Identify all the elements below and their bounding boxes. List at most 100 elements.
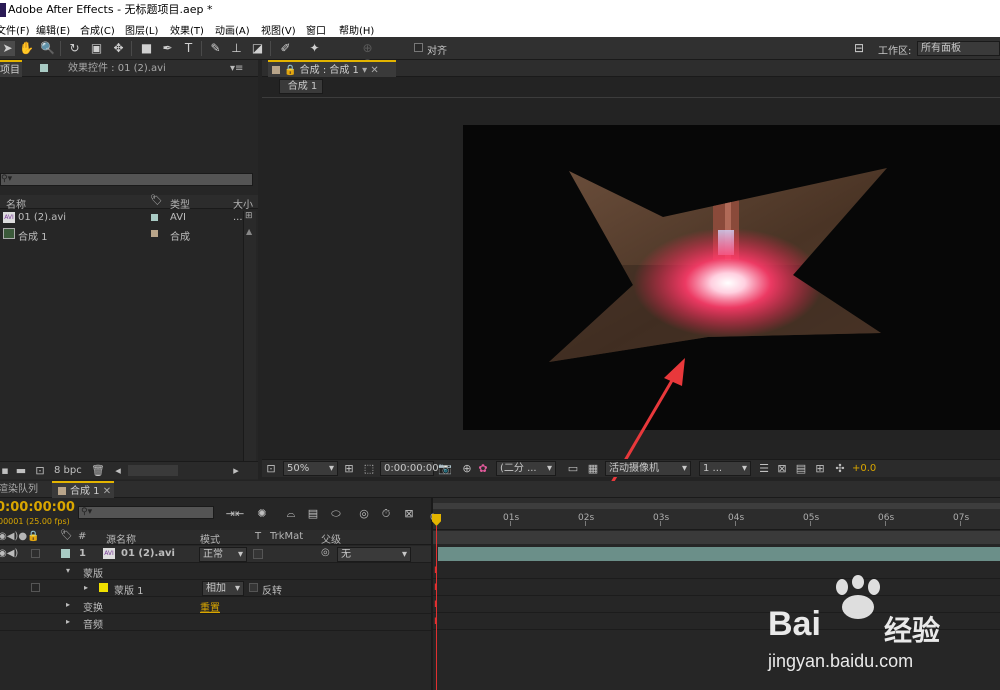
column-name[interactable]: 名称 [6, 196, 26, 211]
menu-animation[interactable]: 动画(A) [215, 22, 250, 37]
parent-select[interactable]: 无 ▾ [337, 547, 411, 562]
hide-shy-layers-icon[interactable]: ▤ [306, 507, 320, 520]
workspace-select[interactable]: 所有面板 [917, 41, 1000, 56]
work-area-bar[interactable] [433, 503, 1000, 509]
expand-chevron-down-icon[interactable]: ▾ [66, 566, 70, 575]
timeline-icon[interactable]: ▤ [794, 462, 808, 475]
clone-stamp-tool-icon[interactable]: ⊥ [229, 41, 244, 56]
reset-link[interactable]: 重置 [200, 599, 220, 614]
align-checkbox[interactable] [414, 43, 423, 52]
flowchart-icon[interactable]: ⊞ [813, 462, 827, 475]
scroll-up-icon[interactable]: ▲ [246, 227, 252, 236]
masks-group-row[interactable]: ▾ 蒙版 [0, 563, 432, 580]
reset-exposure-icon[interactable]: ✣ [833, 462, 847, 475]
exposure-value[interactable]: +0.0 [852, 463, 876, 474]
menu-file[interactable]: 文件(F) [0, 22, 30, 37]
project-scrollbar[interactable]: ⊞ ▲ [243, 211, 256, 461]
mask-mode-select[interactable]: 相加 ▾ [202, 581, 244, 596]
pen-tool-icon[interactable]: ✒ [160, 41, 175, 56]
timeline-timecode[interactable]: 0:00:00:00 [0, 500, 75, 515]
menu-window[interactable]: 窗口 [306, 22, 326, 37]
bit-depth-button[interactable]: 8 bpc [54, 465, 82, 476]
mask-row[interactable]: ▸ 蒙版 1 相加 ▾ 反转 [0, 580, 432, 597]
mask-color-icon[interactable] [99, 583, 108, 592]
column-type[interactable]: 类型 [170, 196, 190, 211]
horizontal-scrollbar-thumb[interactable] [128, 465, 178, 476]
menu-layer[interactable]: 图层(L) [125, 22, 158, 37]
fast-previews-icon[interactable]: ⊠ [775, 462, 789, 475]
channel-icon[interactable]: ✿ [476, 462, 490, 475]
expand-chevron-right-icon[interactable]: ▸ [84, 583, 88, 592]
transparency-grid-icon[interactable]: ▦ [586, 462, 600, 475]
audio-row[interactable]: ▸ 音频 [0, 614, 432, 631]
composition-breadcrumb[interactable]: 合成 1 [279, 79, 323, 94]
hand-tool-icon[interactable]: ✋ [19, 41, 34, 56]
preserve-transparency-checkbox[interactable] [253, 549, 263, 559]
eraser-tool-icon[interactable]: ◪ [250, 41, 265, 56]
project-item-row[interactable]: AVI 01 (2).avi AVI ... [0, 211, 243, 226]
show-snapshot-icon[interactable]: ⊕ [460, 462, 474, 475]
always-preview-icon[interactable]: ⊡ [264, 462, 278, 475]
tab-composition[interactable]: 🔒 合成 : 合成 1 ▾ ✕ [268, 60, 396, 77]
region-of-interest-icon[interactable]: ▭ [566, 462, 580, 475]
expand-chevron-right-icon[interactable]: ▸ [66, 617, 70, 626]
layer-duration-bar[interactable] [438, 547, 1000, 561]
column-source-name[interactable]: 源名称 [106, 531, 136, 546]
view-layout-select[interactable]: 1 ... ▾ [699, 461, 751, 476]
panel-menu-icon[interactable]: ▾≡ [230, 60, 243, 77]
timeline-search-input[interactable]: ⚲▾ [78, 506, 214, 519]
mini-flowchart-icon[interactable]: ⇥⇤ [225, 507, 245, 520]
motion-blur-icon[interactable]: ◎ [357, 507, 371, 520]
invert-checkbox[interactable] [249, 583, 258, 592]
zoom-tool-icon[interactable]: 🔍 [40, 41, 55, 56]
blend-mode-select[interactable]: 正常 ▾ [199, 547, 247, 562]
current-time-indicator[interactable] [436, 526, 437, 690]
new-composition-icon[interactable]: ⊡ [33, 464, 47, 477]
project-search-input[interactable]: ⚲▾ [0, 173, 253, 186]
label-column-icon[interactable]: 🏷 [150, 195, 163, 206]
rotate-tool-icon[interactable]: ↻ [67, 41, 82, 56]
mask-lock-checkbox[interactable] [31, 583, 40, 592]
layer-name[interactable]: 01 (2).avi [121, 548, 175, 559]
tab-render-queue[interactable]: 渲染队列 [0, 481, 38, 498]
camera-view-select[interactable]: 活动摄像机 ▾ [605, 461, 691, 476]
live-update-icon[interactable]: ✺ [255, 507, 269, 520]
menu-composition[interactable]: 合成(C) [80, 22, 115, 37]
tab-project[interactable]: 项目 [0, 60, 22, 77]
draft-3d-icon[interactable]: ⌓ [284, 507, 298, 520]
pan-behind-tool-icon[interactable]: ✥ [111, 41, 126, 56]
project-item-row[interactable]: 合成 1 合成 [0, 227, 243, 243]
tab-timeline-comp[interactable]: 合成 1 ✕ [52, 481, 114, 498]
new-folder-icon[interactable]: ▬ [14, 464, 28, 477]
scroll-left-icon[interactable]: ◂ [111, 464, 125, 477]
resolution-select[interactable]: (二分 ... ▾ [496, 461, 556, 476]
menu-edit[interactable]: 编辑(E) [36, 22, 70, 37]
snapshot-icon[interactable]: 📷 [438, 462, 452, 475]
close-icon[interactable]: ✕ [103, 486, 111, 497]
expand-chevron-right-icon[interactable]: ▸ [66, 600, 70, 609]
grid-guides-icon[interactable]: ⊞ [342, 462, 356, 475]
menu-effect[interactable]: 效果(T) [170, 22, 204, 37]
text-tool-icon[interactable]: T [181, 41, 196, 56]
delete-icon[interactable]: 🗑 [91, 464, 105, 477]
lock-checkbox[interactable] [31, 549, 40, 558]
frame-blending-icon[interactable]: ⬭ [329, 507, 343, 520]
toggle-pixel-aspect-icon[interactable]: ☰ [757, 462, 771, 475]
column-size[interactable]: 大小 [233, 196, 253, 211]
layer-label-color-icon[interactable] [61, 549, 70, 558]
camera-tool-icon[interactable]: ▣ [89, 41, 104, 56]
mask-name[interactable]: 蒙版 1 [114, 582, 144, 597]
roto-brush-tool-icon[interactable]: ✐ [278, 41, 293, 56]
brainstorm-icon[interactable]: ⊠ [402, 507, 416, 520]
brush-tool-icon[interactable]: ✎ [208, 41, 223, 56]
graph-editor-icon[interactable]: ⏱ [379, 507, 393, 520]
scroll-right-icon[interactable]: ▸ [229, 464, 243, 477]
pick-whip-icon[interactable]: ◎ [321, 547, 330, 558]
visibility-icon[interactable]: ◉◀) [0, 548, 18, 559]
interpret-footage-icon[interactable]: ▪ [0, 464, 12, 477]
rectangle-tool-icon[interactable]: ■ [139, 41, 154, 56]
mask-visibility-icon[interactable]: ⬚ [362, 462, 376, 475]
selection-tool-icon[interactable]: ➤ [0, 41, 15, 56]
flowchart-icon[interactable]: ⊞ [245, 211, 253, 221]
current-time-display[interactable]: 0:00:00:00 [380, 461, 439, 476]
